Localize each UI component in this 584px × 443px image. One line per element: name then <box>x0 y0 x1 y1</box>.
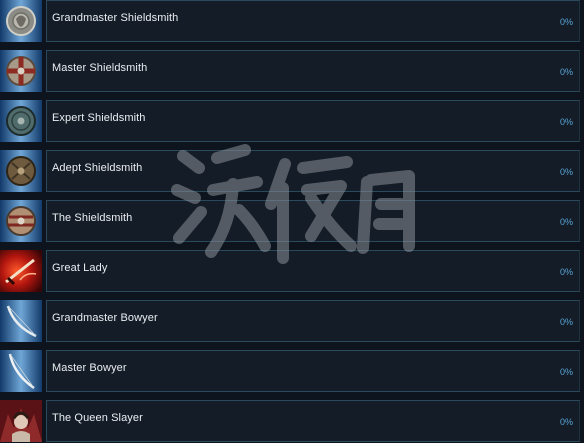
achievement-panel: Great Lady 0% <box>46 250 580 292</box>
achievement-progress: 0% <box>559 317 573 327</box>
achievement-progress: 0% <box>559 217 573 227</box>
flaming-sword-icon <box>0 250 42 292</box>
achievement-row[interactable]: Adept Shieldsmith 0% <box>0 150 584 192</box>
achievement-progress: 0% <box>559 67 573 77</box>
achievement-panel: Grandmaster Bowyer 0% <box>46 300 580 342</box>
banded-round-shield-icon <box>0 200 42 242</box>
achievement-title: Great Lady <box>52 262 108 274</box>
achievement-title: Master Bowyer <box>52 362 127 374</box>
achievement-row[interactable]: Grandmaster Bowyer 0% <box>0 300 584 342</box>
achievement-row[interactable]: Master Bowyer 0% <box>0 350 584 392</box>
steel-round-shield-icon <box>0 100 42 142</box>
achievement-panel: Grandmaster Shieldsmith 0% <box>46 0 580 42</box>
achievement-row[interactable]: The Shieldsmith 0% <box>0 200 584 242</box>
achievement-row[interactable]: Great Lady 0% <box>0 250 584 292</box>
achievement-title: Adept Shieldsmith <box>52 162 143 174</box>
achievement-title: The Shieldsmith <box>52 212 133 224</box>
wooden-round-shield-icon <box>0 150 42 192</box>
queen-portrait-icon <box>0 400 42 442</box>
longbow-icon <box>0 300 42 342</box>
achievement-panel: The Queen Slayer 0% <box>46 400 580 442</box>
achievement-title: Expert Shieldsmith <box>52 112 146 124</box>
achievement-progress: 0% <box>559 167 573 177</box>
lion-crest-shield-icon <box>0 0 42 42</box>
achievement-title: Grandmaster Bowyer <box>52 312 158 324</box>
achievement-progress: 0% <box>559 417 573 427</box>
achievement-panel: Master Shieldsmith 0% <box>46 50 580 92</box>
achievement-panel: The Shieldsmith 0% <box>46 200 580 242</box>
achievement-panel: Expert Shieldsmith 0% <box>46 100 580 142</box>
achievement-row[interactable]: Grandmaster Shieldsmith 0% <box>0 0 584 42</box>
achievement-title: The Queen Slayer <box>52 412 143 424</box>
achievement-panel: Adept Shieldsmith 0% <box>46 150 580 192</box>
achievement-progress: 0% <box>559 367 573 377</box>
red-cross-round-shield-icon <box>0 50 42 92</box>
achievement-row[interactable]: Expert Shieldsmith 0% <box>0 100 584 142</box>
achievement-panel: Master Bowyer 0% <box>46 350 580 392</box>
achievement-progress: 0% <box>559 267 573 277</box>
bow-icon <box>0 350 42 392</box>
achievement-title: Grandmaster Shieldsmith <box>52 12 179 24</box>
achievement-progress: 0% <box>559 17 573 27</box>
achievement-row[interactable]: Master Shieldsmith 0% <box>0 50 584 92</box>
achievement-title: Master Shieldsmith <box>52 62 148 74</box>
achievement-progress: 0% <box>559 117 573 127</box>
achievement-row[interactable]: The Queen Slayer 0% <box>0 400 584 442</box>
